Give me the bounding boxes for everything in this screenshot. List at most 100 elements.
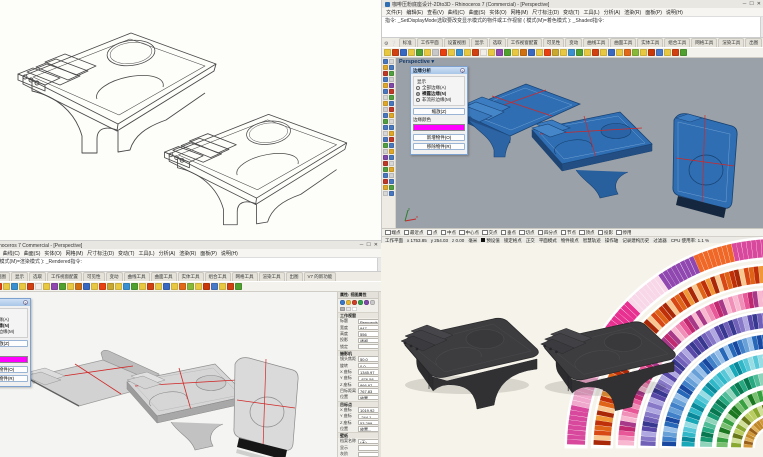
panel-tool-icon[interactable] (346, 306, 351, 311)
toolbar-icon[interactable] (389, 131, 394, 136)
toolbar-tab[interactable]: 实体工具 (177, 272, 204, 281)
toolbar-tab[interactable]: 设置视图 (443, 38, 470, 47)
toolbar-icon[interactable] (383, 107, 388, 112)
panel-row-value[interactable]: 1019.92 (358, 407, 380, 413)
toolbar-icon[interactable] (416, 49, 423, 56)
toolbar-icon[interactable] (389, 101, 394, 106)
panel-row-value[interactable]: 50.0 (358, 356, 380, 362)
toolbar-icon[interactable] (496, 49, 503, 56)
toolbar-icon[interactable] (584, 49, 591, 56)
toolbar-icon[interactable] (389, 113, 394, 118)
menu-item[interactable]: 变动(T) (118, 250, 134, 257)
dialog-help-icon[interactable]: ? (23, 300, 28, 306)
panel-row-value[interactable]: 1345.97 (358, 369, 380, 375)
perspective-viewport[interactable]: Perspective ▾ 边缘分析 ? 显示 全部边缘(A) 裸露边缘(N) … (396, 58, 763, 228)
toolbar-icon[interactable] (640, 49, 647, 56)
toolbar-icon[interactable] (464, 49, 471, 56)
toolbar-icon[interactable] (560, 49, 567, 56)
toolbar-icon[interactable] (600, 49, 607, 56)
toolbar-tab[interactable]: 出图 (745, 38, 763, 47)
toolbar-icon[interactable] (91, 283, 98, 290)
toolbar-icon[interactable] (383, 173, 388, 178)
menu-item[interactable]: 曲线(C) (448, 9, 465, 16)
panel-row-value[interactable] (358, 451, 380, 457)
toolbar-icon[interactable] (389, 149, 394, 154)
panel-row-value[interactable]: 放置... (358, 426, 380, 432)
menu-item[interactable]: 查看(V) (427, 9, 444, 16)
toolbar-icon[interactable] (383, 191, 388, 196)
menu-item[interactable]: 网格(M) (511, 9, 529, 16)
toolbar-icon[interactable] (512, 49, 519, 56)
menu-item[interactable]: 尺寸标注(D) (532, 9, 559, 16)
toolbar-icon[interactable] (163, 283, 170, 290)
toolbar-icon[interactable] (528, 49, 535, 56)
toolbar-tab[interactable]: 标准 (398, 38, 416, 47)
toolbar-icon[interactable] (389, 143, 394, 148)
toolbar-icon[interactable] (448, 49, 455, 56)
menu-item[interactable]: 面板(P) (645, 9, 662, 16)
toolbar-icon[interactable] (383, 119, 388, 124)
toolbar-tab[interactable]: V7 的新功能 (303, 272, 337, 281)
toolbar-icon[interactable] (115, 283, 122, 290)
toolbar-tab[interactable]: 实体工具 (637, 38, 664, 47)
panel-tool-icon[interactable] (340, 306, 345, 311)
panel-row-value[interactable] (358, 344, 380, 350)
toolbar-tab[interactable]: 显示 (470, 38, 488, 47)
toolbar-tab[interactable]: 出图 (285, 272, 303, 281)
toolbar-icon[interactable] (389, 167, 394, 172)
toolbar-icon[interactable] (389, 89, 394, 94)
toolbar-icon[interactable] (67, 283, 74, 290)
toolbar-tab[interactable]: 曲面工具 (150, 272, 177, 281)
toolbar-icon[interactable] (389, 71, 394, 76)
toolbar-tab[interactable]: 工作平面 (416, 38, 443, 47)
zoom-button[interactable]: 缩放(Z) (0, 340, 28, 347)
toolbar-icon[interactable] (3, 283, 10, 290)
toolbar-icon[interactable] (179, 283, 186, 290)
toolbar-icon[interactable] (472, 49, 479, 56)
panel-row-value[interactable]: 556 (358, 331, 380, 337)
panel-tool-icon[interactable] (358, 300, 363, 305)
toolbar-icon[interactable] (0, 283, 2, 290)
panel-row-value[interactable]: 放置... (358, 394, 380, 401)
toolbar-icon[interactable] (107, 283, 114, 290)
toolbar-icon[interactable] (680, 49, 687, 56)
menu-item[interactable]: 分析(A) (159, 250, 176, 257)
edge-color-swatch[interactable] (413, 124, 465, 131)
dialog-titlebar[interactable]: 边缘分析 ? (411, 67, 467, 74)
toolbar-icon[interactable] (383, 65, 388, 70)
toolbar-icon[interactable] (383, 89, 388, 94)
toolbar-icon[interactable] (592, 49, 599, 56)
titlebar[interactable]: 咖啡压粉底座设计-2Dto3D - Rhinoceros 7 (Commerci… (382, 0, 763, 8)
toolbar-icon[interactable] (648, 49, 655, 56)
toolbar-icon[interactable] (383, 137, 388, 142)
gear-icon[interactable]: ⚙ (384, 41, 388, 47)
minimize-button[interactable]: ─ (360, 242, 364, 248)
panel-tool-icon[interactable] (352, 306, 357, 311)
titlebar[interactable]: 咖啡压粉底座设计 - Rhinoceros 7 Commercial - [Pe… (0, 241, 381, 249)
panel-row-value[interactable]: 0.0 (358, 362, 380, 369)
toolbar-icon[interactable] (389, 119, 394, 124)
remove-objects-button[interactable]: 移除物件(R) (413, 143, 465, 150)
toolbar-icon[interactable] (616, 49, 623, 56)
toolbar-icon[interactable] (383, 77, 388, 82)
toolbar-icon[interactable] (624, 49, 631, 56)
toolbar-tab[interactable]: 可见性 (83, 272, 105, 281)
toolbar-icon[interactable] (187, 283, 194, 290)
menu-item[interactable]: 曲线(C) (3, 250, 20, 257)
menu-item[interactable]: 渲染(R) (179, 250, 196, 257)
toolbar-icon[interactable] (552, 49, 559, 56)
toolbar-icon[interactable] (504, 49, 511, 56)
toolbar-icon[interactable] (664, 49, 671, 56)
maximize-button[interactable]: ☐ (749, 1, 753, 7)
menu-item[interactable]: 面板(P) (200, 250, 217, 257)
toolbar-icon[interactable] (408, 49, 415, 56)
toolbar-icon[interactable] (211, 283, 218, 290)
toolbar-icon[interactable] (488, 49, 495, 56)
menu-item[interactable]: 工具(L) (138, 250, 154, 257)
toolbar-icon[interactable] (389, 185, 394, 190)
toolbar-icon[interactable] (235, 283, 242, 290)
close-button[interactable]: ✕ (374, 242, 378, 248)
panel-header[interactable]: 属性: 视图属性 (338, 292, 381, 299)
panel-row-value[interactable]: 767.83 (358, 388, 380, 394)
toolbar-icon[interactable] (383, 143, 388, 148)
